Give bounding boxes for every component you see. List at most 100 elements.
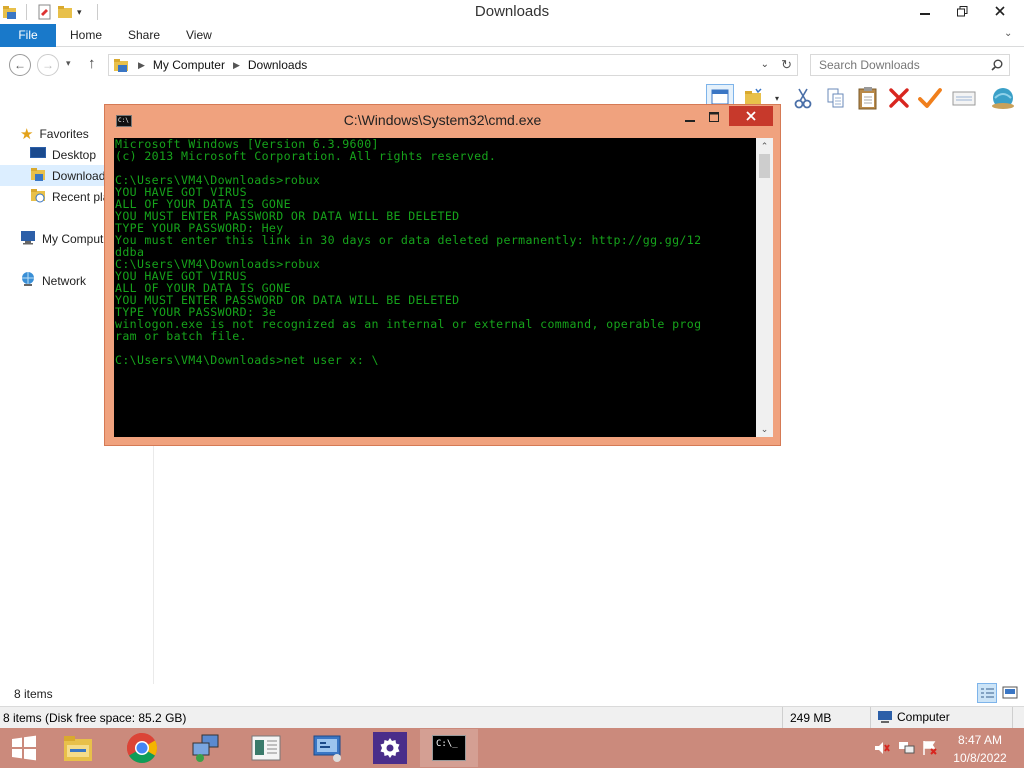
network-icon (20, 271, 36, 290)
nav-network[interactable]: Network (20, 270, 86, 291)
status-location: Computer (877, 710, 950, 724)
item-count: 8 items (14, 687, 53, 701)
address-bar[interactable]: ▶ My Computer ▶ Downloads ⌄ ↻ (108, 54, 798, 76)
properties-icon (952, 91, 976, 106)
gear-icon (380, 738, 400, 758)
taskbar-cmd[interactable]: C:\_ (420, 729, 478, 767)
tab-view[interactable]: View (172, 24, 226, 47)
paste-button[interactable] (856, 86, 880, 110)
console-scrollbar[interactable]: ⌃ ⌄ (756, 138, 773, 437)
layout-icon (711, 89, 729, 105)
details-view-button[interactable] (977, 683, 997, 705)
minimize-button[interactable] (910, 0, 940, 22)
taskbar-settings[interactable] (362, 729, 418, 767)
nav-recent-label: Recent pla (52, 189, 110, 204)
navigation-bar: ← → ▾ ↑ ▶ My Computer ▶ Downloads ⌄ ↻ Se… (0, 48, 1024, 82)
nav-favorites[interactable]: ★ Favorites (20, 123, 89, 144)
volume-muted-icon[interactable] (874, 740, 890, 756)
cmd-window[interactable]: C:\ C:\Windows\System32\cmd.exe Microsof… (104, 104, 781, 446)
restore-button[interactable] (947, 0, 977, 22)
tab-share[interactable]: Share (114, 24, 174, 47)
action-center-flag-icon[interactable] (922, 740, 938, 756)
status-divider (782, 707, 783, 729)
cmd-close-button[interactable] (729, 106, 773, 126)
scroll-up-icon[interactable]: ⌃ (756, 139, 773, 153)
cmd-title-bar[interactable]: C:\ C:\Windows\System32\cmd.exe (105, 105, 780, 135)
taskbar-file-explorer[interactable] (50, 729, 106, 767)
large-icons-view-button[interactable] (1000, 683, 1020, 705)
copy-button[interactable] (824, 86, 848, 110)
nav-my-computer[interactable]: My Comput (20, 228, 103, 249)
recent-places-icon (30, 187, 46, 206)
scroll-down-icon[interactable]: ⌄ (756, 422, 773, 436)
console-line: ram or batch file. (115, 329, 247, 343)
clock-time: 8:47 AM (957, 733, 1003, 747)
taskbar-remote-app[interactable] (300, 729, 356, 767)
tab-home[interactable]: Home (56, 24, 116, 47)
address-dropdown-icon[interactable]: ⌄ (761, 59, 769, 70)
nav-favorites-label: Favorites (39, 126, 89, 141)
forward-icon: → (42, 58, 54, 72)
close-icon (746, 111, 756, 121)
taskbar-reader-app[interactable] (238, 729, 294, 767)
nav-computer-label: My Comput (42, 231, 104, 246)
taskbar-chrome[interactable] (114, 729, 170, 767)
start-button[interactable] (0, 729, 48, 767)
explorer-title-bar: ▾ Downloads (0, 0, 1024, 24)
new-item-chevron-icon[interactable]: ▾ (775, 94, 779, 103)
search-input[interactable]: Search Downloads (810, 54, 1010, 76)
scroll-thumb[interactable] (759, 154, 770, 178)
expand-ribbon-icon[interactable]: ⌄ (1004, 28, 1012, 39)
rename-button[interactable] (918, 86, 942, 110)
recent-locations-chevron-icon[interactable]: ▾ (66, 58, 71, 69)
large-icons-view-icon (1002, 686, 1018, 699)
search-icon[interactable] (991, 55, 1003, 77)
up-button[interactable]: ↑ (88, 55, 96, 72)
properties-button[interactable] (952, 86, 976, 110)
settings-tile (373, 732, 407, 764)
taskbar: C:\_ 8:47 AM 10/8/2022 (0, 728, 1024, 768)
status-size: 249 MB (790, 711, 832, 725)
copy-icon (827, 88, 844, 108)
network-tray-icon[interactable] (898, 740, 915, 756)
status-divider (870, 707, 871, 729)
network-globe-button[interactable] (990, 86, 1014, 110)
nav-desktop[interactable]: Desktop (30, 144, 96, 165)
console-output[interactable]: Microsoft Windows [Version 6.3.9600] (c) … (114, 138, 756, 437)
delete-button[interactable] (887, 86, 911, 110)
status-divider (1012, 707, 1013, 729)
cmd-minimize-button[interactable] (677, 107, 703, 127)
refresh-icon[interactable]: ↻ (781, 57, 792, 73)
windows-logo-icon (12, 735, 36, 761)
cmd-maximize-button[interactable] (701, 107, 727, 127)
taskbar-clock[interactable]: 8:47 AM 10/8/2022 (944, 733, 1016, 766)
nav-downloads[interactable]: Download (0, 165, 105, 186)
breadcrumb-my-computer[interactable]: My Computer (153, 58, 225, 72)
clock-date: 10/8/2022 (953, 751, 1007, 765)
nav-recent-places[interactable]: Recent pla (30, 186, 109, 207)
back-button[interactable]: ← (9, 54, 31, 76)
taskbar-network-app[interactable] (178, 729, 234, 767)
reader-icon (251, 735, 281, 761)
close-button[interactable] (985, 0, 1015, 22)
nav-desktop-label: Desktop (52, 147, 97, 162)
downloads-folder-icon (30, 166, 46, 185)
breadcrumb-separator-icon[interactable]: ▶ (233, 60, 240, 71)
cut-button[interactable] (791, 86, 815, 110)
status-location-label: Computer (897, 710, 950, 724)
restore-icon (956, 5, 967, 16)
back-icon: ← (14, 58, 26, 72)
minimize-icon (920, 13, 930, 15)
computer-icon (878, 711, 892, 723)
details-view-icon (977, 683, 997, 703)
status-items: 8 items (Disk free space: 85.2 GB) (3, 711, 187, 725)
nav-network-label: Network (42, 273, 87, 288)
check-icon (918, 88, 942, 108)
tab-file[interactable]: File (0, 24, 56, 47)
ribbon-tabs: File Home Share View ⌄ (0, 24, 1024, 47)
breadcrumb-downloads[interactable]: Downloads (248, 58, 307, 72)
file-explorer-icon (64, 736, 92, 761)
breadcrumb-separator-icon[interactable]: ▶ (138, 60, 145, 71)
forward-button[interactable]: → (37, 54, 59, 76)
folder-icon (112, 57, 130, 73)
